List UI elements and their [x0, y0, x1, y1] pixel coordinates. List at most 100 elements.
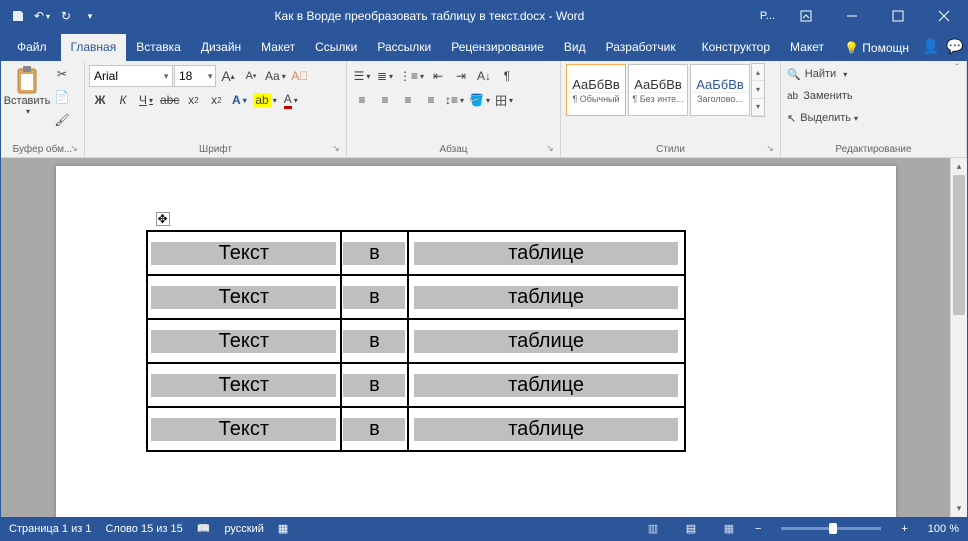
scroll-thumb[interactable] [953, 175, 965, 315]
style-normal[interactable]: АаБбВв¶ Обычный [566, 64, 626, 116]
redo-button[interactable]: ↻ [55, 5, 77, 27]
align-right-button[interactable]: ≡ [397, 89, 419, 111]
table-cell[interactable]: таблице [408, 363, 685, 407]
tab-table-layout[interactable]: Макет [780, 34, 834, 61]
tab-layout[interactable]: Макет [251, 34, 305, 61]
view-read-mode[interactable]: ▥ [641, 517, 665, 540]
style-heading1[interactable]: АаБбВвЗаголово... [690, 64, 750, 116]
font-name-input[interactable] [90, 69, 160, 83]
table-cell[interactable]: в [341, 275, 408, 319]
vertical-scrollbar[interactable]: ▴ ▾ [950, 158, 967, 517]
change-case-button[interactable]: Aa▾ [263, 65, 288, 87]
share-button[interactable]: 👤 [919, 31, 943, 61]
superscript-button[interactable]: x2 [205, 89, 227, 111]
minimize-button[interactable] [829, 1, 875, 31]
table-cell[interactable]: Текст [147, 231, 342, 275]
tab-view[interactable]: Вид [554, 34, 596, 61]
underline-button[interactable]: Ч▾ [135, 89, 157, 111]
table-row[interactable]: Текствтаблице [147, 407, 685, 451]
collapse-ribbon-button[interactable]: ˇ [949, 63, 965, 79]
show-marks-button[interactable]: ¶ [496, 65, 518, 87]
tab-references[interactable]: Ссылки [305, 34, 367, 61]
font-color-button[interactable]: A▾ [280, 89, 302, 111]
styles-gallery-scroll[interactable]: ▴▾▾ [751, 63, 765, 117]
line-spacing-button[interactable]: ↕≡▾ [443, 89, 466, 111]
clipboard-launcher[interactable]: ↘ [68, 143, 80, 155]
select-button[interactable]: ↖ Выделить▾ [785, 107, 860, 129]
italic-button[interactable]: К [112, 89, 134, 111]
ribbon-options-button[interactable] [783, 1, 829, 31]
table-move-handle[interactable]: ✥ [156, 212, 170, 226]
style-no-spacing[interactable]: АаБбВв¶ Без инте... [628, 64, 688, 116]
format-painter-button[interactable]: 🖌 [51, 109, 73, 131]
scroll-down-button[interactable]: ▾ [951, 500, 967, 517]
decrease-indent-button[interactable]: ⇤ [427, 65, 449, 87]
font-size-input[interactable] [175, 69, 205, 83]
table-cell[interactable]: в [341, 231, 408, 275]
tab-file[interactable]: Файл [3, 34, 61, 61]
tab-developer[interactable]: Разработчик [596, 34, 686, 61]
table-cell[interactable]: Текст [147, 319, 342, 363]
close-button[interactable] [921, 1, 967, 31]
font-size-combo[interactable]: ▾ [174, 65, 216, 87]
zoom-level[interactable]: 100 % [928, 523, 959, 535]
paste-button[interactable]: Вставить ▾ [5, 63, 49, 118]
text-effects-button[interactable]: A▾ [228, 89, 250, 111]
status-words[interactable]: Слово 15 из 15 [105, 523, 182, 535]
tell-me-search[interactable]: 💡 Помощн [834, 35, 919, 61]
tab-review[interactable]: Рецензирование [441, 34, 554, 61]
view-web-layout[interactable]: ▦ [717, 517, 741, 540]
cut-button[interactable]: ✂ [51, 63, 73, 85]
table-cell[interactable]: Текст [147, 275, 342, 319]
scroll-up-button[interactable]: ▴ [951, 158, 967, 175]
font-launcher[interactable]: ↘ [330, 143, 342, 155]
tab-mailings[interactable]: Рассылки [367, 34, 441, 61]
user-name[interactable]: P... [752, 10, 783, 22]
table-cell[interactable]: таблице [408, 319, 685, 363]
table-row[interactable]: Текствтаблице [147, 363, 685, 407]
bullets-button[interactable]: ☰▾ [351, 65, 373, 87]
shrink-font-button[interactable]: A▾ [240, 65, 262, 87]
status-macro-icon[interactable]: ▦ [278, 522, 288, 535]
zoom-slider[interactable] [781, 527, 881, 530]
table-cell[interactable]: таблице [408, 275, 685, 319]
copy-button[interactable]: 📄 [51, 86, 73, 108]
table-row[interactable]: Текствтаблице [147, 319, 685, 363]
clear-formatting-button[interactable]: A⃠ [289, 65, 311, 87]
status-page[interactable]: Страница 1 из 1 [9, 523, 91, 535]
tab-insert[interactable]: Вставка [126, 34, 191, 61]
borders-button[interactable]: 田▾ [493, 89, 515, 111]
numbering-button[interactable]: ≣▾ [374, 65, 396, 87]
table-cell[interactable]: Текст [147, 363, 342, 407]
table-row[interactable]: Текствтаблице [147, 275, 685, 319]
sort-button[interactable]: A↓ [473, 65, 495, 87]
replace-button[interactable]: ab Заменить [785, 85, 855, 107]
bold-button[interactable]: Ж [89, 89, 111, 111]
font-name-combo[interactable]: ▾ [89, 65, 173, 87]
justify-button[interactable]: ≡ [420, 89, 442, 111]
tab-home[interactable]: Главная [61, 34, 127, 61]
save-button[interactable] [7, 5, 29, 27]
status-proofing-icon[interactable]: 📖 [197, 522, 211, 535]
paragraph-launcher[interactable]: ↘ [544, 143, 556, 155]
zoom-in-button[interactable]: + [901, 523, 907, 535]
document-table[interactable]: ТекствтаблицеТекствтаблицеТекствтаблицеТ… [146, 230, 686, 452]
zoom-out-button[interactable]: − [755, 523, 761, 535]
view-print-layout[interactable]: ▤ [679, 517, 703, 540]
table-cell[interactable]: в [341, 363, 408, 407]
align-center-button[interactable]: ≡ [374, 89, 396, 111]
comments-button[interactable]: 💬 [943, 31, 967, 61]
page[interactable]: ✥ ТекствтаблицеТекствтаблицеТекствтаблиц… [56, 166, 896, 517]
status-language[interactable]: русский [224, 523, 263, 535]
grow-font-button[interactable]: A▴ [217, 65, 239, 87]
find-button[interactable]: 🔍 Найти ▾ [785, 63, 849, 85]
tab-table-design[interactable]: Конструктор [692, 34, 780, 61]
increase-indent-button[interactable]: ⇥ [450, 65, 472, 87]
table-cell[interactable]: таблице [408, 407, 685, 451]
table-cell[interactable]: таблице [408, 231, 685, 275]
table-cell[interactable]: Текст [147, 407, 342, 451]
align-left-button[interactable]: ≡ [351, 89, 373, 111]
subscript-button[interactable]: x2 [182, 89, 204, 111]
multilevel-list-button[interactable]: ⋮≡▾ [397, 65, 426, 87]
highlight-button[interactable]: ab▾ [251, 89, 278, 111]
